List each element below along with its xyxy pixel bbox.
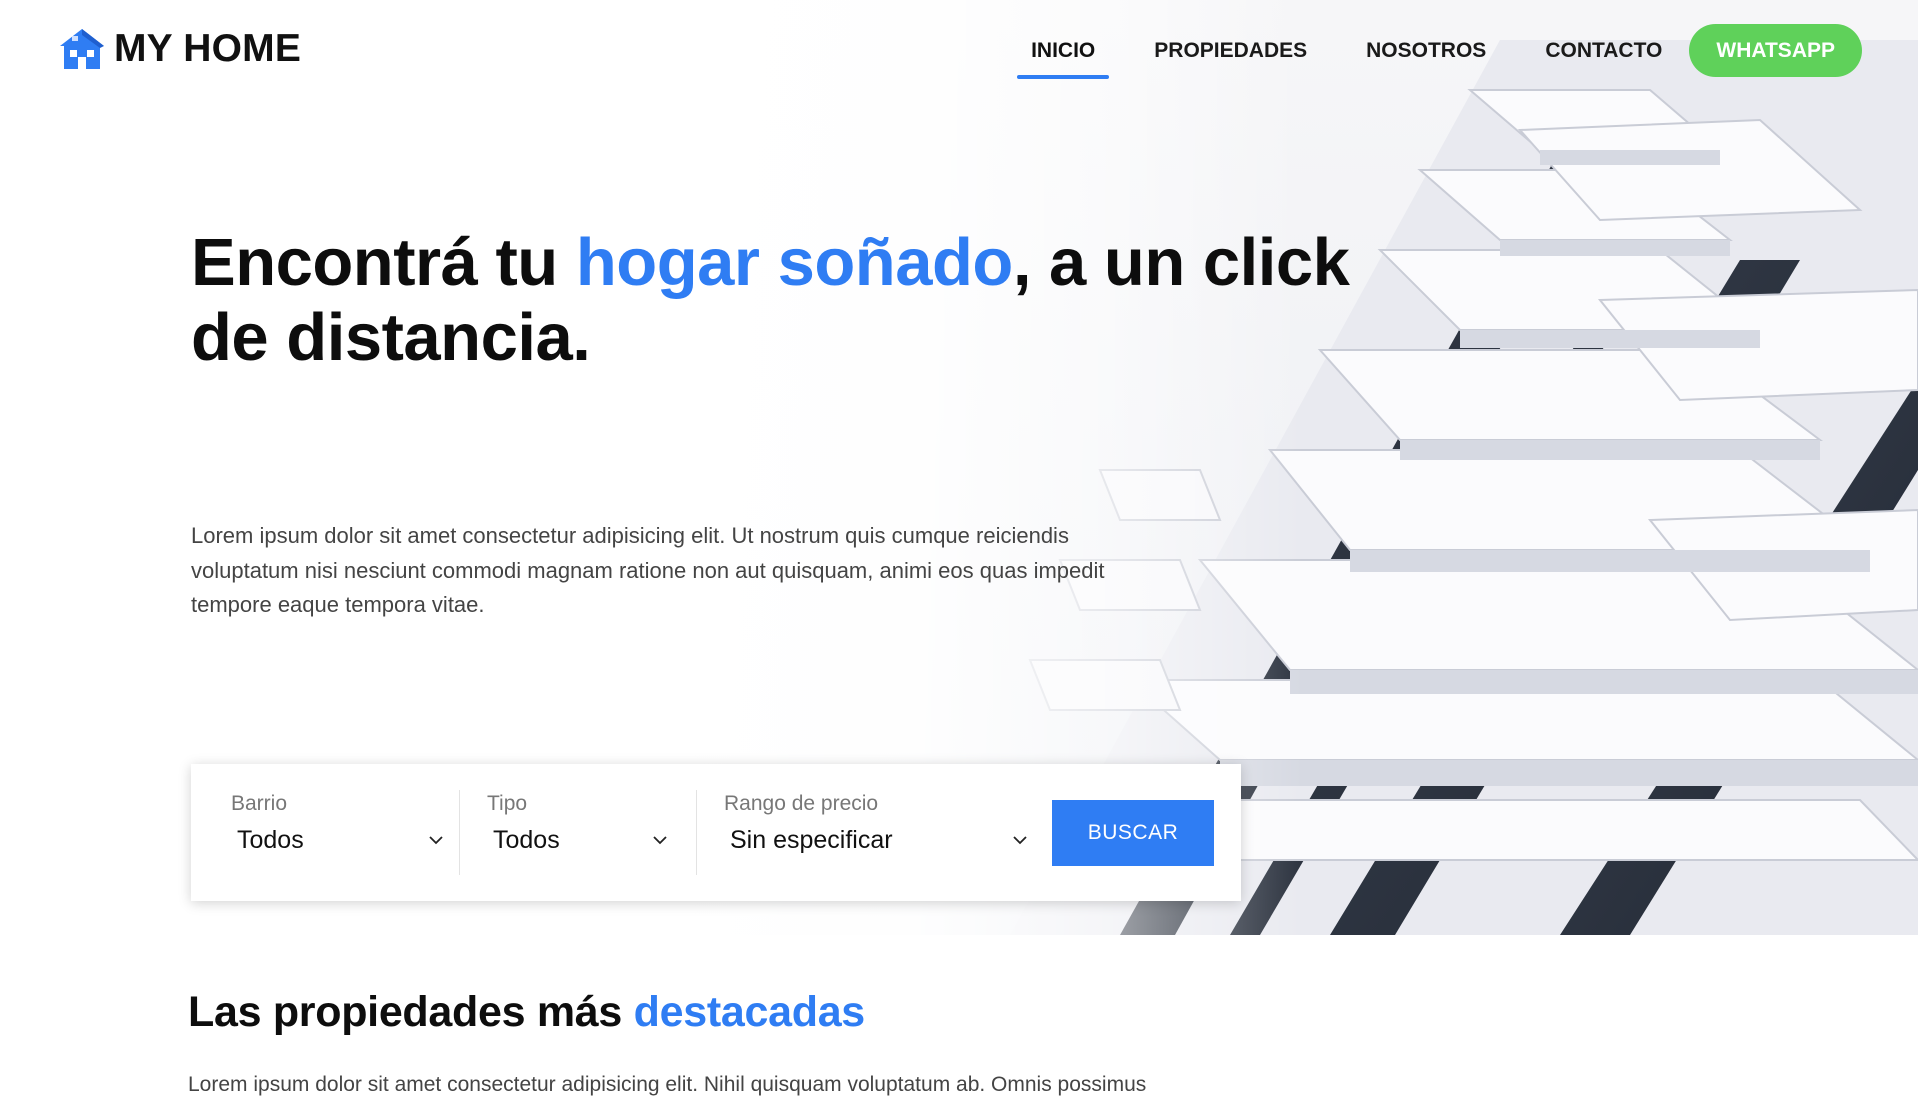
precio-value-row[interactable]: Sin especificar [724, 826, 1027, 855]
house-icon [60, 29, 104, 69]
field-divider [696, 790, 697, 875]
barrio-label: Barrio [231, 792, 288, 815]
nav-item-inicio[interactable]: INICIO [1017, 25, 1110, 79]
featured-title: Las propiedades más destacadas [188, 988, 865, 1037]
featured-title-pre: Las propiedades más [188, 988, 634, 1036]
field-divider [459, 790, 460, 875]
tipo-label: Tipo [487, 792, 528, 815]
hero-lead: Lorem ipsum dolor sit amet consectetur a… [191, 523, 1105, 617]
nav-item-contacto[interactable]: CONTACTO [1545, 25, 1662, 77]
buscar-button[interactable]: BUSCAR [1052, 800, 1214, 866]
hero-headline: Encontrá tu hogar soñado, a un click de … [191, 225, 1391, 375]
brand-logo[interactable]: MY HOME [58, 26, 301, 72]
property-search-form: Barrio Todos Tipo Todos Rango de precio … [191, 764, 1241, 901]
precio-label: Rango de precio [724, 792, 879, 815]
tipo-select[interactable]: Tipo Todos [487, 792, 667, 855]
main-nav: INICIO PROPIEDADES NOSOTROS CONTACTO WHA… [1017, 24, 1862, 79]
chevron-down-icon [1013, 836, 1027, 845]
featured-title-accent: destacadas [633, 988, 866, 1036]
precio-select[interactable]: Rango de precio Sin especificar [724, 792, 1027, 855]
nav-item-nosotros[interactable]: NOSOTROS [1366, 25, 1486, 77]
barrio-select[interactable]: Barrio Todos [231, 792, 443, 855]
featured-text: Lorem ipsum dolor sit amet consectetur a… [188, 1073, 1147, 1096]
chevron-down-icon [429, 836, 443, 845]
tipo-value-row[interactable]: Todos [487, 826, 667, 855]
barrio-value-row[interactable]: Todos [231, 826, 443, 855]
whatsapp-button[interactable]: WHATSAPP [1689, 24, 1862, 77]
barrio-value: Todos [237, 826, 304, 854]
nav-item-propiedades[interactable]: PROPIEDADES [1154, 25, 1307, 77]
headline-accent: hogar soñado [575, 225, 1013, 300]
precio-value: Sin especificar [730, 826, 893, 854]
chevron-down-icon [653, 836, 667, 845]
headline-text-pre: Encontrá tu [191, 225, 576, 300]
brand-name: MY HOME [114, 27, 302, 70]
tipo-value: Todos [493, 826, 560, 854]
